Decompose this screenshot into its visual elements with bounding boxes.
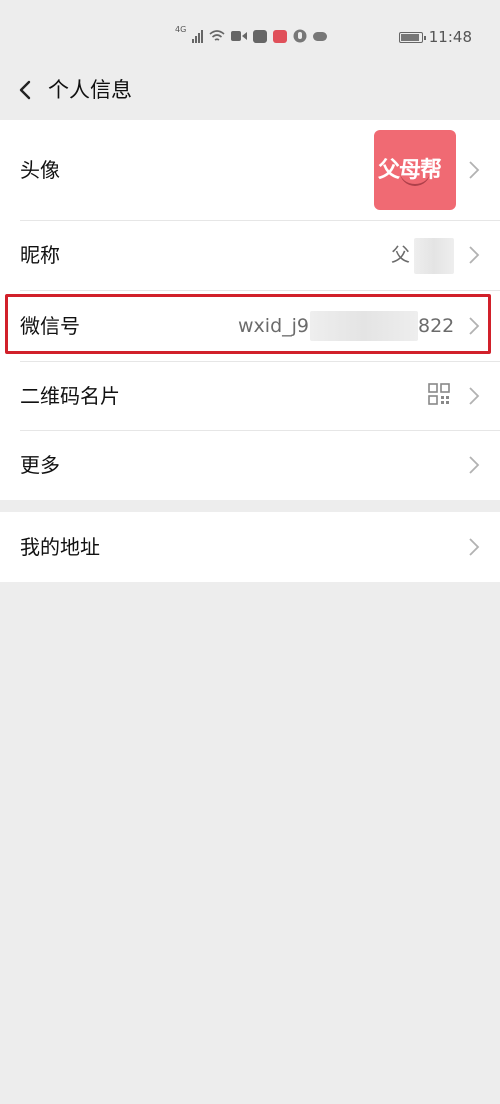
page-title: 个人信息 [48,78,132,102]
status-right: 11:48 [398,28,472,46]
address-row[interactable]: 我的地址 [0,512,500,582]
status-bar: 4G 11:48 [0,0,500,62]
avatar-label: 头像 [20,158,60,182]
avatar-logo-text: 父母帮 [378,158,442,183]
qr-card-label: 二维码名片 [20,384,120,408]
nickname-label: 昵称 [20,243,60,267]
video-icon [231,31,248,41]
cloud-icon [313,31,328,41]
status-time: 11:48 [428,28,472,46]
more-row[interactable]: 更多 [0,431,500,500]
address-label: 我的地址 [20,535,100,559]
back-arrow-icon[interactable] [14,76,38,104]
qr-card-row[interactable]: 二维码名片 [0,362,500,430]
avatar[interactable]: 父母帮 [374,130,456,210]
more-label: 更多 [20,453,60,477]
battery-icon [398,31,426,43]
nickname-row[interactable]: 昵称 父 [0,221,500,290]
status-icons: 4G [175,25,328,46]
address-group: 我的地址 [0,512,500,582]
chevron-right-icon [469,456,480,474]
avatar-row[interactable]: 头像 父母帮 [0,120,500,220]
nickname-redaction [414,238,454,274]
nav-bar: 个人信息 [0,62,500,120]
chevron-right-icon [469,387,480,405]
nickname-value: 父 [391,244,411,266]
network-type-label: 4G [175,25,187,34]
qr-code-icon [428,383,450,405]
wechat-id-highlight-box [5,294,491,354]
signal-icon [192,29,204,43]
chevron-right-icon [469,161,480,179]
app-notification-icon [253,29,268,43]
chevron-right-icon [469,246,480,264]
home-app-notification-icon [273,29,288,43]
chevron-right-icon [469,538,480,556]
shield-notification-icon [293,29,307,43]
wifi-icon [209,30,225,41]
